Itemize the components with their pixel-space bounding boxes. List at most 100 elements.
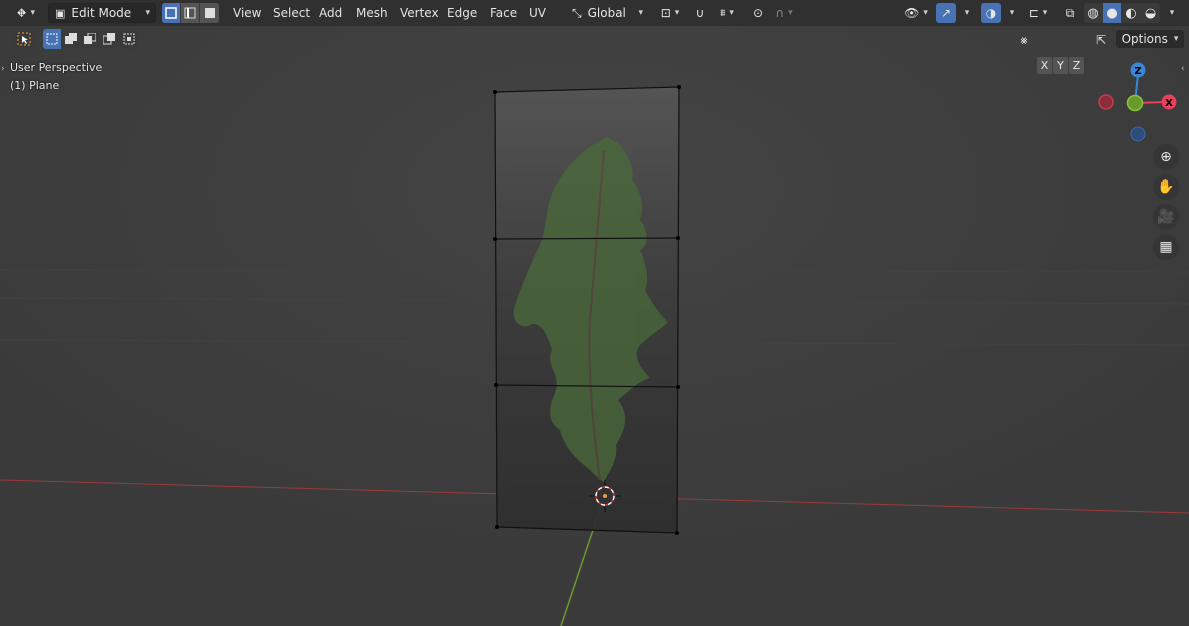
- material-preview-button[interactable]: ◐: [1122, 3, 1141, 23]
- proportional-icon: ⊙: [752, 6, 764, 20]
- snap-target-button[interactable]: ⩩ ▾: [711, 3, 743, 23]
- proportional-falloff-button[interactable]: ∩ ▾: [770, 3, 798, 23]
- intersect-selection-icon: [123, 33, 134, 45]
- gizmo-z-label: Z: [1134, 66, 1141, 77]
- orientation-label: Global: [587, 6, 626, 20]
- chevron-down-icon: ▾: [923, 8, 928, 18]
- xray-toggle[interactable]: ⧉: [1060, 3, 1080, 23]
- gizmo-neg-z[interactable]: [1130, 126, 1146, 142]
- chevron-down-icon: ▾: [1042, 8, 1048, 18]
- menu-select[interactable]: Select: [269, 3, 314, 23]
- gizmo-icon: ↗: [940, 6, 952, 20]
- mode-label: Edit Mode: [71, 6, 132, 20]
- transform-orientation-selector[interactable]: ⤡ Global ▾: [569, 3, 647, 23]
- toolbar-expand-icon[interactable]: ›: [1, 64, 5, 74]
- mirror-z-toggle[interactable]: Z: [1069, 57, 1084, 74]
- perspective-toggle-button[interactable]: ▦: [1153, 234, 1179, 260]
- viewport-canvas[interactable]: Z X: [0, 0, 1189, 626]
- viewport-header: ⛖ ▾ ▣ Edit Mode ▾ View Select Add Mesh Ve…: [0, 0, 1189, 26]
- chevron-down-icon: ▾: [638, 8, 643, 18]
- grid-icon: ▦: [1159, 239, 1173, 255]
- magnet-icon: ∪: [695, 6, 705, 20]
- menu-face[interactable]: Face: [486, 3, 521, 23]
- xray-icon: ⧉: [1065, 5, 1075, 20]
- pan-button[interactable]: ✋: [1153, 174, 1179, 200]
- intersect-selection-button[interactable]: [119, 29, 138, 49]
- chevron-down-icon: ▾: [674, 8, 680, 18]
- gizmo-neg-x[interactable]: [1098, 94, 1114, 110]
- uv-sync-toggle[interactable]: ⇱: [1091, 30, 1111, 50]
- visibility-button[interactable]: 👁 ▾: [900, 3, 932, 23]
- camera-view-button[interactable]: 🎥: [1153, 204, 1179, 230]
- face-select-button[interactable]: [200, 3, 219, 23]
- chevron-down-icon: ▾: [1009, 8, 1015, 18]
- subtract-selection-icon: [84, 33, 96, 44]
- shading-mode-group: ◍ ● ◐ ◒: [1084, 3, 1160, 23]
- gizmo-y[interactable]: [1126, 94, 1144, 112]
- mode-icon: ▣: [55, 6, 66, 20]
- invert-selection-icon: [103, 33, 115, 45]
- select-box-icon: [17, 32, 31, 46]
- chevron-down-icon: ▾: [964, 8, 970, 18]
- gizmo-x-label: X: [1165, 98, 1173, 109]
- edge-select-icon: [184, 7, 196, 19]
- pivot-point-button[interactable]: ⊡ ▾: [654, 3, 686, 23]
- menu-mesh[interactable]: Mesh: [352, 3, 392, 23]
- overlays-toggle[interactable]: ◑: [981, 3, 1001, 23]
- select-box-tool-button[interactable]: [13, 29, 35, 49]
- proportional-editing-toggle[interactable]: ⊙: [748, 3, 768, 23]
- solid-shading-button[interactable]: ●: [1103, 3, 1122, 23]
- mirror-options-button[interactable]: ⨳: [1014, 30, 1034, 50]
- options-label: Options: [1121, 32, 1168, 46]
- mirror-y-toggle[interactable]: Y: [1053, 57, 1068, 74]
- set-new-selection-button[interactable]: [43, 29, 62, 49]
- chevron-down-icon: ▾: [1169, 8, 1175, 18]
- wireframe-sphere-icon: ◍: [1087, 5, 1099, 21]
- extend-selection-button[interactable]: [62, 29, 81, 49]
- material-sphere-icon: ◐: [1125, 5, 1137, 21]
- subtract-selection-button[interactable]: [81, 29, 100, 49]
- editor-type-button[interactable]: ⛖ ▾: [11, 3, 41, 23]
- editor-type-icon: ⛖: [16, 5, 27, 20]
- mesh-edit-overlays-button[interactable]: ⊏ ▾: [1023, 3, 1053, 23]
- snap-toggle[interactable]: ∪: [690, 3, 710, 23]
- overlays-icon: ◑: [985, 6, 997, 20]
- vertex-select-button[interactable]: [162, 3, 181, 23]
- options-dropdown[interactable]: Options ▾: [1116, 30, 1184, 48]
- extend-selection-icon: [65, 33, 77, 44]
- zoom-icon: ⊕: [1160, 149, 1172, 165]
- rendered-shading-button[interactable]: ◒: [1141, 3, 1160, 23]
- eye-icon: 👁: [904, 6, 920, 20]
- camera-icon: 🎥: [1157, 209, 1175, 225]
- pivot-icon: ⊡: [660, 6, 671, 20]
- menu-view[interactable]: View: [229, 3, 265, 23]
- chevron-down-icon: ▾: [145, 8, 150, 18]
- 3d-viewport[interactable]: Z X: [0, 0, 1189, 626]
- edge-select-button[interactable]: [181, 3, 200, 23]
- rendered-sphere-icon: ◒: [1144, 5, 1157, 21]
- menu-add[interactable]: Add: [315, 3, 346, 23]
- chevron-down-icon: ▾: [30, 8, 36, 18]
- invert-selection-button[interactable]: [100, 29, 119, 49]
- gizmo-toggle[interactable]: ↗: [936, 3, 956, 23]
- falloff-curve-icon: ∩: [775, 6, 785, 20]
- mode-selector[interactable]: ▣ Edit Mode ▾: [48, 3, 156, 23]
- shading-dropdown[interactable]: ▾: [1162, 3, 1178, 23]
- orientation-icon: ⤡: [572, 5, 582, 20]
- menu-uv[interactable]: UV: [525, 3, 550, 23]
- snap-increment-icon: ⩩: [720, 7, 726, 19]
- uv-sync-icon: ⇱: [1095, 33, 1107, 47]
- view-name-label: User Perspective: [10, 61, 103, 74]
- overlays-dropdown[interactable]: ▾: [1002, 3, 1018, 23]
- chevron-down-icon: ▾: [788, 8, 793, 18]
- wireframe-shading-button[interactable]: ◍: [1084, 3, 1103, 23]
- chevron-down-icon: ▾: [729, 8, 734, 18]
- gizmo-dropdown[interactable]: ▾: [957, 3, 973, 23]
- zoom-button[interactable]: ⊕: [1153, 144, 1179, 170]
- sidebar-expand-icon[interactable]: ‹: [1181, 64, 1185, 74]
- menu-vertex[interactable]: Vertex: [396, 3, 443, 23]
- menu-edge[interactable]: Edge: [443, 3, 481, 23]
- mirror-x-toggle[interactable]: X: [1037, 57, 1052, 74]
- selection-mode-group: [43, 29, 138, 49]
- vertex-select-icon: [165, 7, 177, 19]
